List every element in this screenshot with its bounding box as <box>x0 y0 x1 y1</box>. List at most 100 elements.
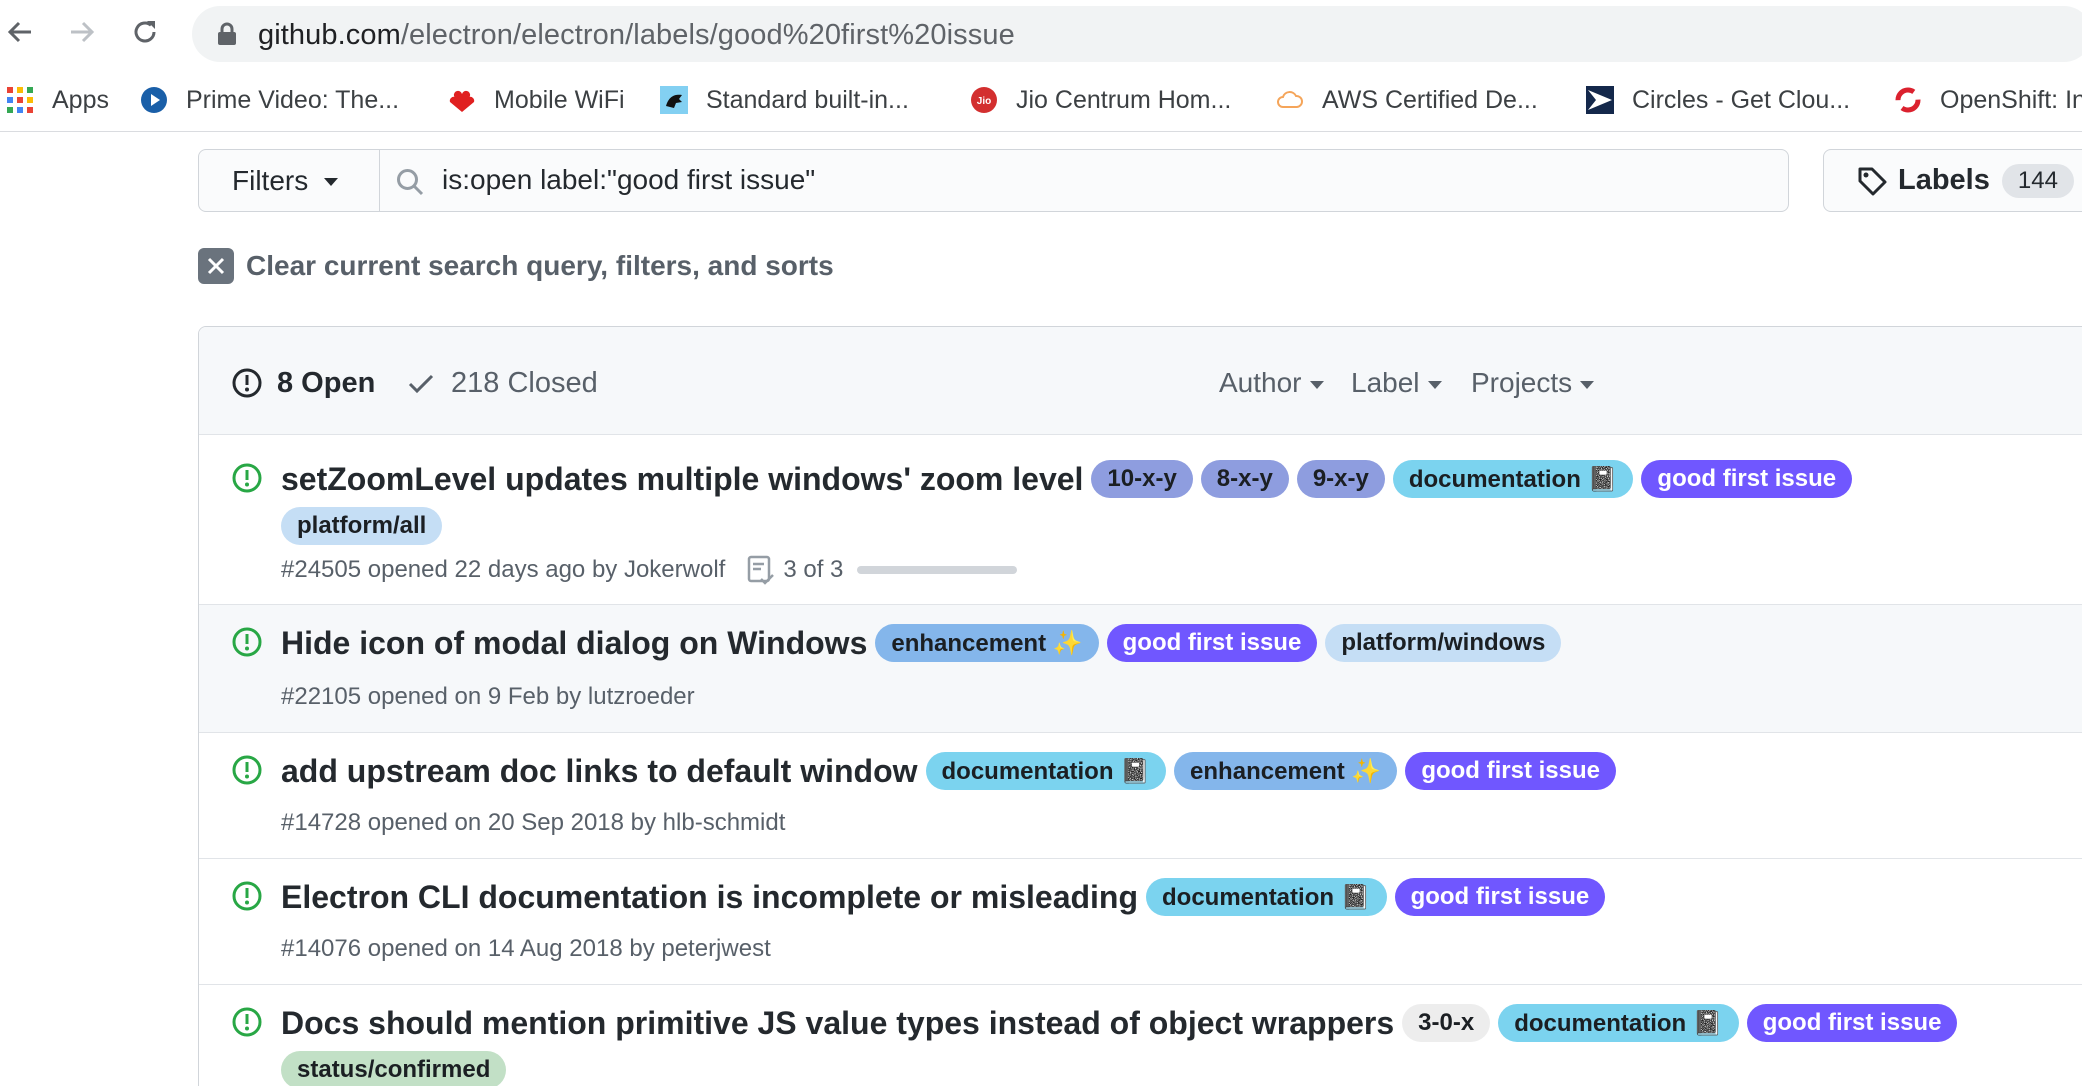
label-good-first-issue[interactable]: good first issue <box>1106 624 1318 662</box>
label-good-first-issue[interactable]: good first issue <box>1405 752 1616 790</box>
issue-opened-icon <box>232 1007 262 1037</box>
browser-toolbar: github.com/electron/electron/labels/good… <box>0 0 2082 68</box>
label-enhancement[interactable]: enhancement ✨ <box>1174 752 1398 790</box>
label-10-x-y[interactable]: 10-x-y <box>1091 460 1193 498</box>
caret-down-icon <box>1309 380 1324 389</box>
issue-title[interactable]: Electron CLI documentation is incomplete… <box>281 879 1138 916</box>
bookmark-label: OpenShift: In <box>1940 85 2082 114</box>
issue-opened-icon <box>232 627 262 657</box>
address-bar[interactable]: github.com/electron/electron/labels/good… <box>192 6 2082 62</box>
search-icon <box>397 169 424 196</box>
label-filter[interactable]: Label <box>1351 363 1442 403</box>
label-8-x-y[interactable]: 8-x-y <box>1200 460 1289 498</box>
author-filter[interactable]: Author <box>1219 363 1324 403</box>
clear-query-link[interactable]: Clear current search query, filters, and… <box>198 246 834 286</box>
label-enhancement[interactable]: enhancement ✨ <box>875 624 1099 662</box>
open-count: 8 Open <box>277 366 376 399</box>
projects-filter-label: Projects <box>1471 367 1573 398</box>
label-platform-windows[interactable]: platform/windows <box>1325 624 1562 662</box>
issue-row[interactable]: Hide icon of modal dialog on Windows enh… <box>199 605 2082 733</box>
svg-text:Jio: Jio <box>977 96 991 107</box>
bookmark-label: Apps <box>52 85 109 114</box>
mdn-icon <box>660 86 688 114</box>
forward-button[interactable] <box>62 12 102 52</box>
label-filter-label: Label <box>1351 367 1420 398</box>
search-input[interactable] <box>442 156 1762 204</box>
bookmark-label: AWS Certified De... <box>1322 85 1538 114</box>
bookmark-label: Standard built-in... <box>706 85 909 114</box>
bookmark-jio[interactable]: Jio Jio Centrum Hom... <box>970 80 1231 120</box>
open-issues-tab[interactable]: 8 Open <box>231 363 375 403</box>
reload-icon <box>134 21 156 43</box>
label-platform-all[interactable]: platform/all <box>281 507 443 545</box>
issue-meta: #22105 opened on 9 Feb by lutzroeder <box>281 683 695 710</box>
check-icon <box>408 374 434 394</box>
bookmark-prime-video[interactable]: Prime Video: The... <box>140 80 399 120</box>
issue-row[interactable]: Docs should mention primitive JS value t… <box>199 985 2082 1086</box>
label-documentation[interactable]: documentation 📓 <box>925 752 1167 790</box>
bookmark-openshift[interactable]: OpenShift: In <box>1894 80 2082 120</box>
bookmark-mobile-wifi[interactable]: Mobile WiFi <box>448 80 625 120</box>
issue-row[interactable]: add upstream doc links to default window… <box>199 733 2082 859</box>
issue-meta: #14076 opened on 14 Aug 2018 by peterjwe… <box>281 935 771 962</box>
issue-meta: #14728 opened on 20 Sep 2018 by hlb-schm… <box>281 809 786 836</box>
caret-down-icon <box>324 178 339 186</box>
bookmark-label: Mobile WiFi <box>494 85 625 114</box>
huawei-icon <box>449 90 475 112</box>
issue-title[interactable]: add upstream doc links to default window <box>281 753 918 790</box>
projects-filter[interactable]: Projects <box>1471 363 1595 403</box>
issue-row[interactable]: Electron CLI documentation is incomplete… <box>199 859 2082 985</box>
filters-button[interactable]: Filters <box>198 149 380 212</box>
label-good-first-issue[interactable]: good first issue <box>1746 1004 1958 1042</box>
prime-video-icon <box>141 87 167 113</box>
label-good-first-issue[interactable]: good first issue <box>1641 460 1853 498</box>
issue-search <box>379 149 1789 212</box>
apps-grid-icon <box>7 87 33 113</box>
author-filter-label: Author <box>1219 367 1302 398</box>
bookmark-label: Circles - Get Clou... <box>1632 85 1851 114</box>
url-text: github.com/electron/electron/labels/good… <box>258 19 1015 52</box>
caret-down-icon <box>1427 380 1442 389</box>
filters-label: Filters <box>232 164 309 196</box>
url-host: github.com <box>258 19 401 51</box>
openshift-icon <box>1895 87 1921 113</box>
cloud-icon <box>1277 91 1303 108</box>
issues-list-header: 8 Open 218 Closed Author Label Projects <box>199 327 2082 435</box>
back-button[interactable] <box>0 12 40 52</box>
tag-icon <box>1858 167 1887 195</box>
label-3-0-x[interactable]: 3-0-x <box>1402 1004 1491 1042</box>
lock-icon <box>218 22 236 45</box>
url-path: /electron/electron/labels/good%20first%2… <box>400 19 1015 51</box>
bookmark-circles[interactable]: Circles - Get Clou... <box>1586 80 1850 120</box>
reload-button[interactable] <box>125 12 165 52</box>
issue-title[interactable]: setZoomLevel updates multiple windows' z… <box>281 461 1083 498</box>
back-arrow-icon <box>7 21 31 43</box>
issue-title[interactable]: Docs should mention primitive JS value t… <box>281 1005 1394 1042</box>
closed-count: 218 Closed <box>451 366 598 399</box>
issue-row[interactable]: setZoomLevel updates multiple windows' z… <box>199 435 2082 605</box>
issue-opened-icon <box>232 463 262 493</box>
forward-arrow-icon <box>71 21 95 43</box>
close-icon <box>198 248 234 284</box>
bookmark-aws[interactable]: AWS Certified De... <box>1276 80 1538 120</box>
label-9-x-y[interactable]: 9-x-y <box>1296 460 1385 498</box>
bookmark-apps[interactable]: Apps <box>6 80 109 120</box>
labels-button[interactable]: Labels 144 <box>1823 149 2082 212</box>
issue-opened-icon <box>232 368 262 398</box>
issue-opened-icon <box>232 881 262 911</box>
labels-count: 144 <box>2001 163 2074 198</box>
jio-icon: Jio <box>971 87 997 113</box>
label-good-first-issue[interactable]: good first issue <box>1394 878 1606 916</box>
label-status-confirmed[interactable]: status/confirmed <box>281 1051 507 1086</box>
label-documentation[interactable]: documentation 📓 <box>1392 460 1634 498</box>
label-documentation[interactable]: documentation 📓 <box>1498 1004 1739 1042</box>
circles-icon <box>1586 86 1614 114</box>
bookmark-mdn[interactable]: Standard built-in... <box>660 80 909 120</box>
bookmark-label: Jio Centrum Hom... <box>1016 85 1232 114</box>
checklist-icon <box>748 555 775 585</box>
issue-title[interactable]: Hide icon of modal dialog on Windows <box>281 625 867 662</box>
label-documentation[interactable]: documentation 📓 <box>1146 878 1387 916</box>
issues-list: 8 Open 218 Closed Author Label Projects … <box>198 326 2082 1086</box>
closed-issues-tab[interactable]: 218 Closed <box>405 363 598 403</box>
task-progress-bar <box>857 566 1018 574</box>
